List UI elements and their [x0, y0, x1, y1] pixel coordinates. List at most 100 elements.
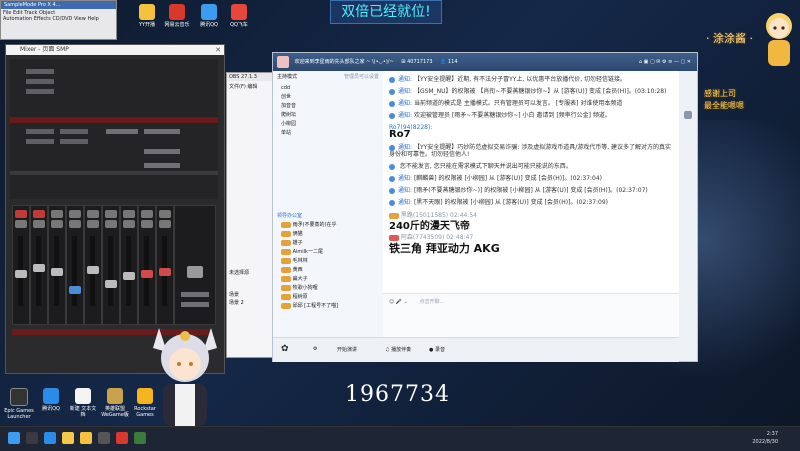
chevron-down-icon[interactable]: ⌄	[404, 299, 408, 305]
fader[interactable]	[126, 236, 131, 306]
tree-item[interactable]: 创世	[281, 93, 375, 102]
obs-taskbar-icon[interactable]	[98, 432, 110, 444]
mute-button[interactable]	[87, 210, 99, 218]
fader-handle[interactable]	[141, 270, 153, 278]
user-item[interactable]: 牧歌小狗哩	[281, 284, 375, 293]
user-item[interactable]: 程树原	[281, 293, 375, 302]
notice-icon	[389, 112, 395, 119]
close-icon[interactable]: ✕	[215, 46, 221, 54]
mute-button[interactable]	[69, 210, 81, 218]
solo-button[interactable]	[141, 220, 153, 228]
user-item[interactable]: 邱邱 [工程号不了喵]	[281, 302, 375, 311]
menu-effects[interactable]: Effects	[34, 16, 51, 22]
solo-button[interactable]	[87, 220, 99, 228]
mixer-master[interactable]	[174, 205, 216, 325]
solo-button[interactable]	[15, 220, 27, 228]
start-speak-button[interactable]: 开始演讲	[337, 346, 357, 353]
mixer-strip[interactable]	[48, 205, 66, 325]
music-taskbar-icon[interactable]	[116, 432, 128, 444]
obs-window[interactable]: OBS 27.1.3 文件(F) 编辑 未选择源 场景 场景 2	[226, 72, 276, 358]
mic-icon[interactable]: 🎤	[396, 299, 402, 305]
menu-automation[interactable]: Automation	[3, 16, 32, 22]
obs-scene-1[interactable]: 场景	[229, 291, 239, 298]
text-file-desktop-icon[interactable]: 新建 文本文档	[68, 388, 98, 418]
folder-icon[interactable]	[62, 432, 74, 444]
mute-button[interactable]	[51, 210, 63, 218]
tree-item[interactable]: 加音音	[281, 102, 375, 111]
mic-settings-icon[interactable]: ⚙	[313, 346, 317, 352]
menu-help[interactable]: Help	[87, 16, 98, 22]
windows-start-icon[interactable]	[8, 432, 20, 444]
mute-button[interactable]	[33, 210, 45, 218]
app-taskbar-icon[interactable]	[134, 432, 146, 444]
fader-handle[interactable]	[105, 280, 117, 288]
solo-button[interactable]	[69, 220, 81, 228]
qq-speed-desktop-icon[interactable]: QQ飞车	[224, 4, 254, 28]
netease-music-desktop-icon[interactable]: 网易云音乐	[162, 4, 192, 28]
menu-view[interactable]: View	[74, 16, 86, 22]
mute-button[interactable]	[15, 210, 27, 218]
fader-handle[interactable]	[159, 268, 171, 276]
edge-icon[interactable]	[44, 432, 56, 444]
yy-voice-window[interactable]: 欢迎来到李星雨的先头部队之家 ~ \(•◡•)/~ ⊞ 40717173 👤 1…	[272, 52, 698, 362]
mixer-strip[interactable]	[138, 205, 156, 325]
qq-desktop-icon[interactable]: 腾讯QQ	[194, 4, 224, 28]
mixer-strip[interactable]	[120, 205, 138, 325]
mute-button[interactable]	[141, 210, 153, 218]
mixer-strip[interactable]	[66, 205, 84, 325]
fader-handle[interactable]	[123, 272, 135, 280]
flower-icon[interactable]: ✿	[281, 344, 289, 354]
mute-button[interactable]	[159, 210, 171, 218]
mixer-strip[interactable]	[156, 205, 174, 325]
lol-desktop-icon[interactable]: 英雄联盟 WeGame版	[100, 388, 130, 418]
play-icon[interactable]	[187, 266, 203, 278]
user-item[interactable]: 雄子	[281, 239, 375, 248]
chat-input-area[interactable]: ☺ 🎤 ⌄ 点击开聊...	[383, 293, 679, 338]
fader-handle[interactable]	[51, 268, 63, 276]
solo-button[interactable]	[33, 220, 45, 228]
user-item[interactable]: 扁大子	[281, 275, 375, 284]
obs-menu-edit[interactable]: 编辑	[247, 84, 257, 90]
fader-handle[interactable]	[33, 264, 45, 272]
mixer-strip[interactable]	[84, 205, 102, 325]
obs-scene-2[interactable]: 场景 2	[229, 299, 244, 306]
solo-button[interactable]	[51, 220, 63, 228]
solo-button[interactable]	[159, 220, 171, 228]
mixer-strip[interactable]	[102, 205, 120, 325]
fader-handle[interactable]	[69, 286, 81, 294]
fader-handle[interactable]	[87, 266, 99, 274]
fader[interactable]	[108, 236, 113, 306]
scroll-icon[interactable]	[684, 111, 692, 119]
tree-item[interactable]: 小柳园	[281, 120, 375, 129]
yy-taskbar-icon[interactable]	[80, 432, 92, 444]
user-item[interactable]: 毛林林	[281, 257, 375, 266]
emoji-icon[interactable]: ☺	[389, 299, 394, 305]
fader-handle[interactable]	[15, 270, 27, 278]
user-item[interactable]: Aimilk一二尾	[281, 248, 375, 257]
badge-icon	[281, 221, 291, 228]
window-controls[interactable]: ⌂ ▣ ▢ ✉ ⚙ ≡ — ▢ ✕	[639, 53, 691, 71]
solo-button[interactable]	[123, 220, 135, 228]
tree-item[interactable]: 单站	[281, 129, 375, 138]
tree-item[interactable]: cdd	[281, 84, 375, 93]
tree-item[interactable]: 爬树坛	[281, 111, 375, 120]
mixer-strip[interactable]	[30, 205, 48, 325]
solo-button[interactable]	[105, 220, 117, 228]
qq2-desktop-icon[interactable]: 腾讯QQ	[36, 388, 66, 412]
user-item[interactable]: 黄西	[281, 266, 375, 275]
chat-input[interactable]: 点击开聊...	[419, 299, 444, 305]
epic-games-desktop-icon[interactable]: Epic Games Launcher	[4, 388, 34, 420]
audio-editor-window[interactable]: SampleMode Pro X 4... File Edit Track Ob…	[0, 0, 117, 40]
mute-button[interactable]	[123, 210, 135, 218]
music-button[interactable]: ♫ 播放伴奏	[385, 346, 411, 353]
yy-desktop-icon[interactable]: YY开播	[132, 4, 162, 28]
search-icon[interactable]	[26, 432, 38, 444]
mixer-strip[interactable]	[12, 205, 30, 325]
obs-menu-file[interactable]: 文件(F)	[229, 84, 246, 90]
record-button[interactable]: ● 录音	[429, 346, 445, 353]
fader[interactable]	[72, 236, 77, 306]
user-item[interactable]: 俩猫	[281, 230, 375, 239]
mute-button[interactable]	[105, 210, 117, 218]
menu-cddvd[interactable]: CD/DVD	[52, 16, 72, 22]
user-item[interactable]: 雨矛(不要蒸的)在乎	[281, 221, 375, 230]
